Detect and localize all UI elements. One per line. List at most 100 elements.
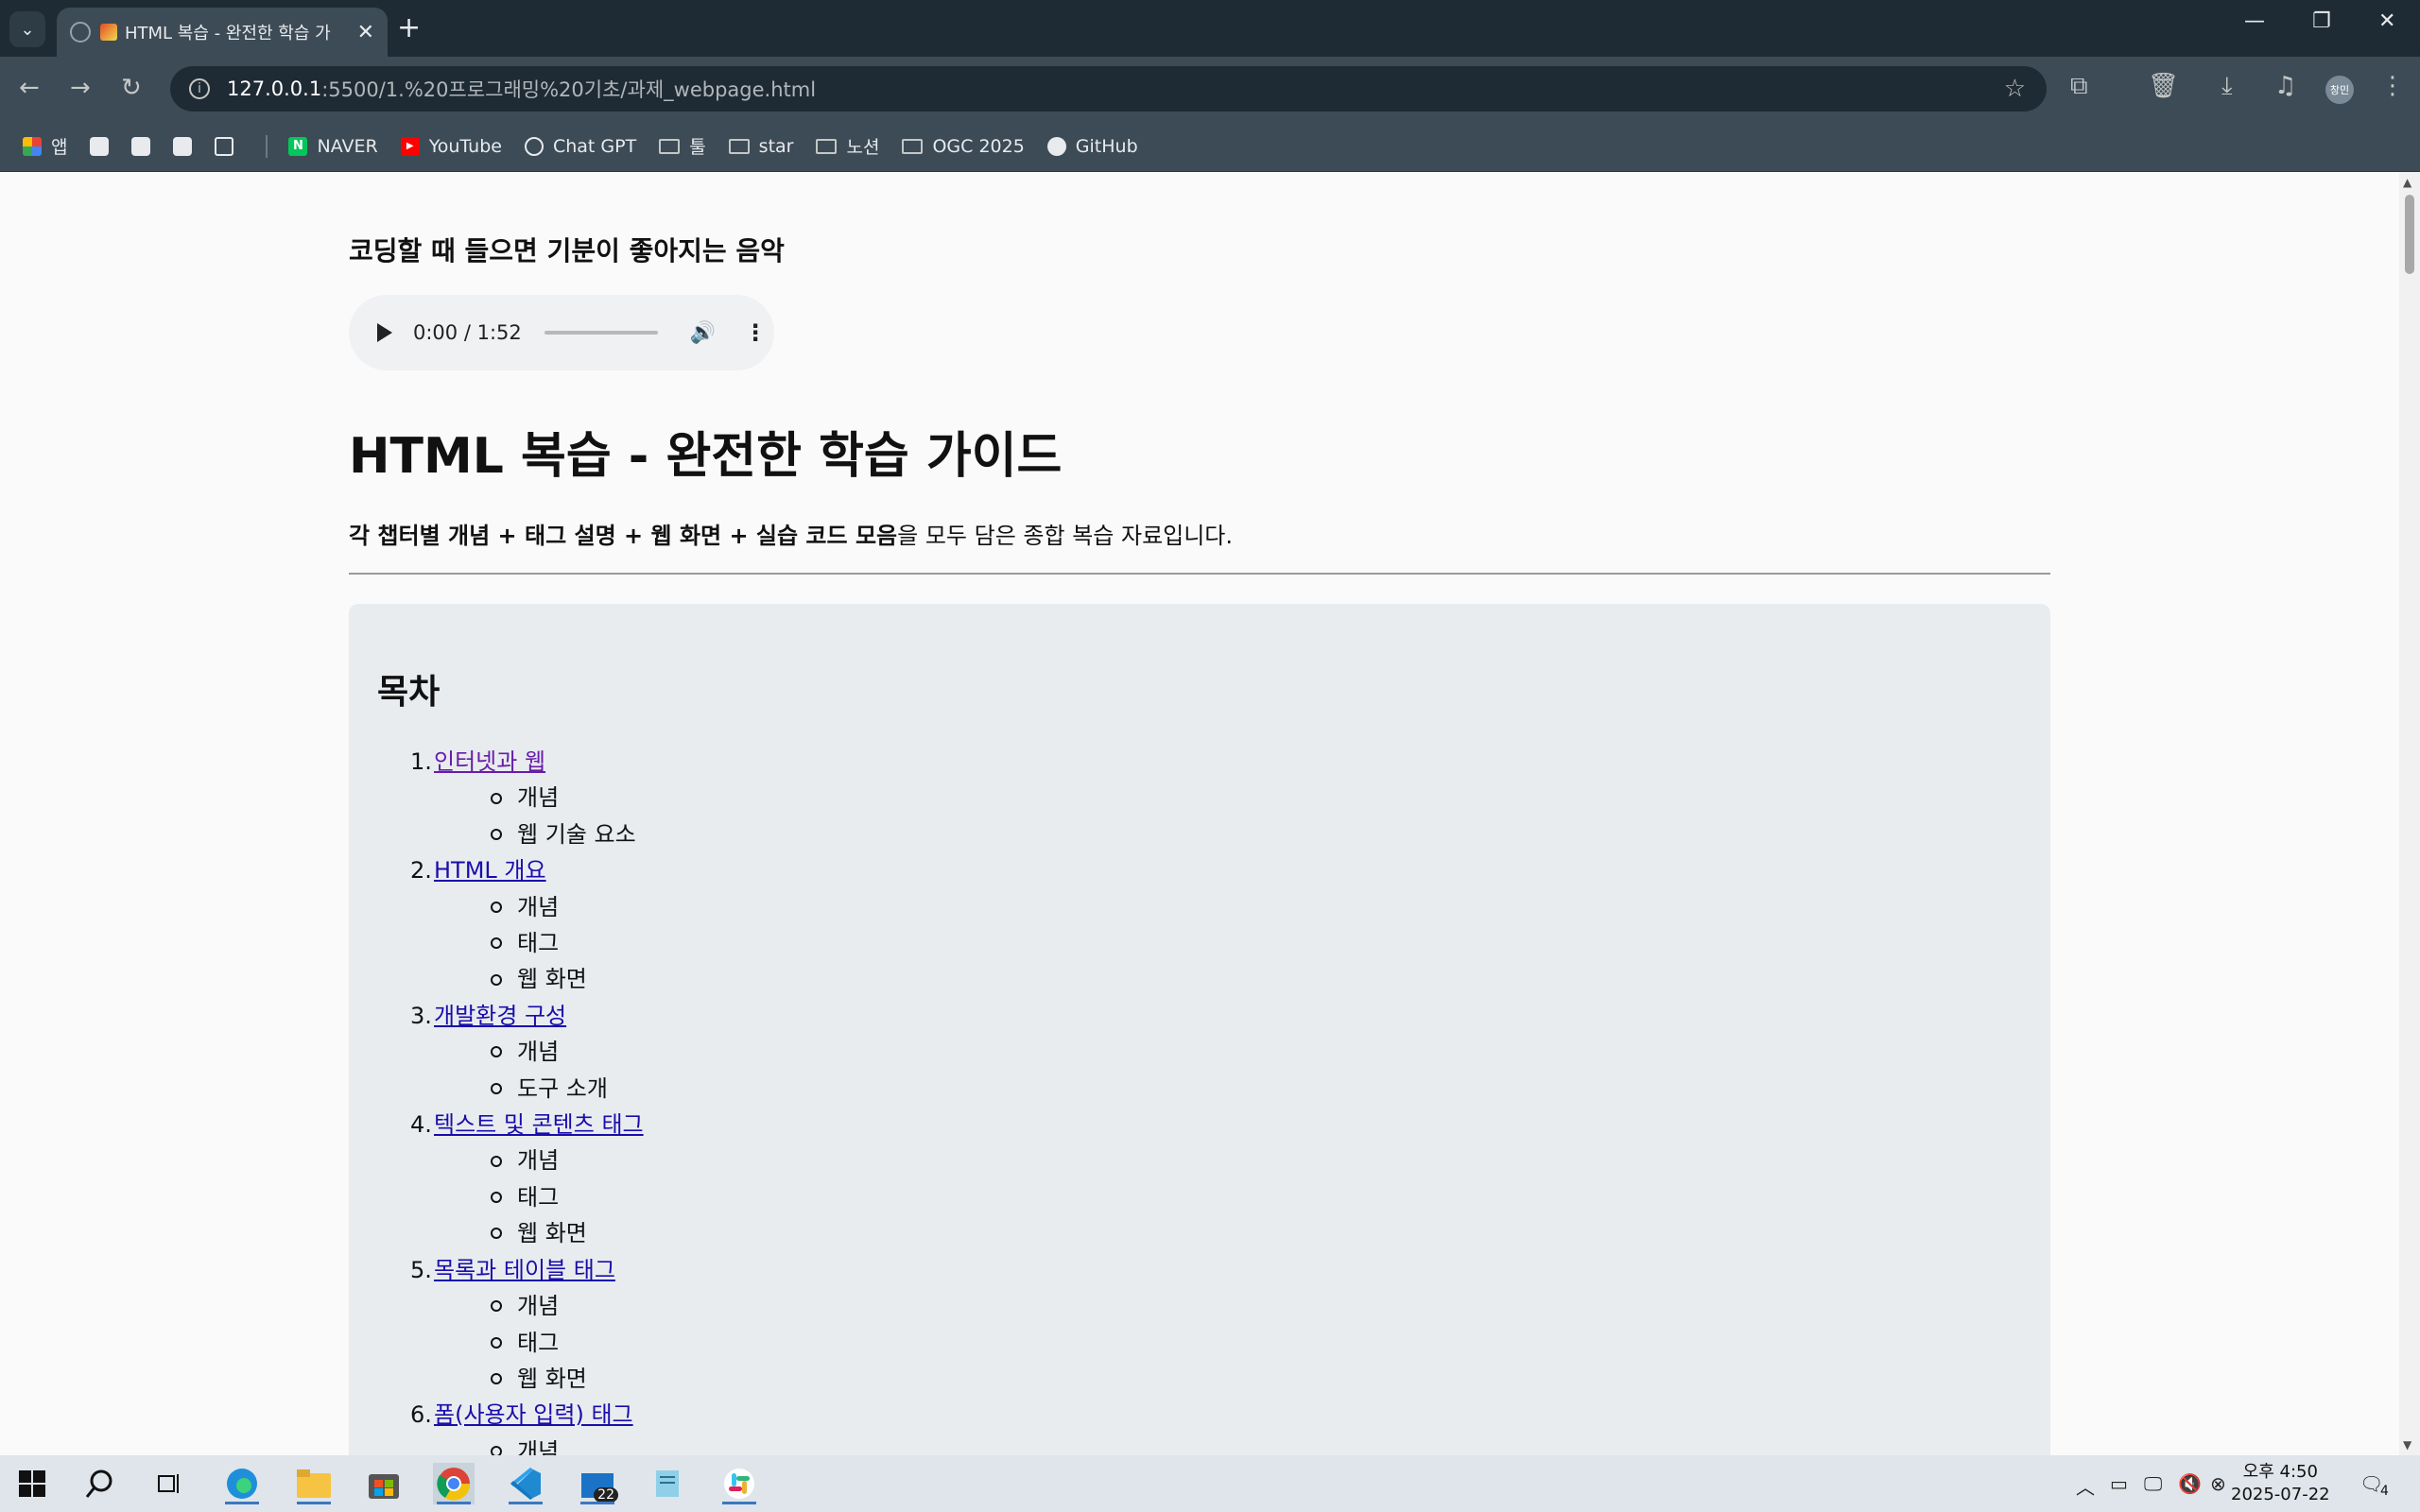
- close-tab-icon[interactable]: ✕: [357, 21, 374, 44]
- close-window-icon[interactable]: ✕: [2378, 9, 2395, 33]
- toc-item: 1. 인터넷과 웹: [410, 744, 644, 780]
- network-icon[interactable]: 🖵: [2144, 1472, 2162, 1495]
- battery-icon[interactable]: ▭: [2110, 1472, 2128, 1495]
- audio-progress-slider[interactable]: [544, 331, 658, 335]
- toc-number: 5.: [410, 1256, 432, 1283]
- toc-subitem: 웹 화면: [410, 1361, 644, 1397]
- page-viewport: 코딩할 때 들으면 기분이 좋아지는 음악 0:00 / 1:52 🔊 ⋮ HT…: [0, 172, 2399, 1455]
- slack-icon[interactable]: [718, 1463, 760, 1504]
- bullet-circle-icon: [491, 1445, 502, 1455]
- bookmark-apps[interactable]: 앱: [23, 133, 67, 159]
- scroll-thumb[interactable]: [2405, 195, 2414, 274]
- play-icon[interactable]: [377, 323, 392, 342]
- toc-subitem-label: 도구 소개: [517, 1074, 608, 1102]
- chrome-icon[interactable]: [433, 1463, 475, 1504]
- toc-subitem-label: 개념: [517, 1293, 560, 1320]
- toc-link[interactable]: 목록과 테이블 태그: [434, 1252, 615, 1288]
- clock-time: 오후 4:50: [2242, 1462, 2318, 1482]
- toc-item: 2. HTML 개요: [410, 852, 644, 888]
- new-tab-button[interactable]: +: [397, 11, 421, 45]
- restore-icon[interactable]: ❐: [2312, 9, 2331, 33]
- search-icon[interactable]: [79, 1463, 121, 1504]
- toc-subitem: 태그: [410, 1325, 644, 1361]
- bullet-circle-icon: [491, 1300, 502, 1313]
- address-bar[interactable]: i 127.0.0.1 :5500/1.%20프로그래밍%20기초/과제_web…: [170, 66, 2047, 112]
- active-tab[interactable]: HTML 복습 - 완전한 학습 가 ✕: [57, 8, 388, 57]
- bookmark-folder-star[interactable]: star: [728, 136, 793, 157]
- bookmark-blank-1[interactable]: [90, 136, 110, 156]
- clock[interactable]: 오후 4:50 2025-07-22: [2231, 1461, 2330, 1506]
- tab-title: HTML 복습 - 완전한 학습 가: [125, 24, 331, 43]
- start-button[interactable]: [11, 1463, 53, 1504]
- bookmark-naver[interactable]: N NAVER: [288, 136, 378, 157]
- bookmark-blank-3[interactable]: [173, 136, 193, 156]
- toc-link[interactable]: 텍스트 및 콘텐츠 태그: [434, 1107, 644, 1143]
- volume-icon[interactable]: 🔊: [690, 321, 716, 345]
- bookmark-folder-tools[interactable]: 툴: [659, 133, 706, 159]
- audio-time: 0:00 / 1:52: [413, 321, 522, 344]
- menu-icon[interactable]: ⋮: [2380, 72, 2405, 100]
- bullet-circle-icon: [491, 792, 502, 804]
- tab-search-button[interactable]: ⌄: [9, 11, 45, 47]
- toc-subitem-label: 태그: [517, 930, 560, 957]
- task-view-icon[interactable]: [149, 1463, 191, 1504]
- bookmark-label: 앱: [51, 137, 68, 158]
- extensions-icon[interactable]: ⧉: [2070, 72, 2088, 101]
- toc-subitem-label: 웹 화면: [517, 1365, 587, 1392]
- forward-icon[interactable]: →: [70, 74, 91, 102]
- toc-item: 6. 폼(사용자 입력) 태그: [410, 1397, 644, 1433]
- vscode-icon[interactable]: [505, 1463, 546, 1504]
- bookmark-star-icon[interactable]: ☆: [2004, 75, 2026, 103]
- audio-player[interactable]: 0:00 / 1:52 🔊 ⋮: [349, 295, 774, 370]
- toc-subitem: 태그: [410, 1179, 644, 1215]
- error-icon[interactable]: ⊗: [2210, 1472, 2226, 1495]
- site-info-icon[interactable]: i: [189, 78, 210, 99]
- toc-link[interactable]: 개발환경 구성: [434, 998, 566, 1034]
- bookmark-github[interactable]: GitHub: [1046, 136, 1138, 157]
- grid-icon: [215, 136, 234, 156]
- bookmark-grid[interactable]: [215, 136, 243, 156]
- music-title: 코딩할 때 들으면 기분이 좋아지는 음악: [349, 235, 785, 266]
- running-indicator: [297, 1502, 331, 1504]
- notepad-icon[interactable]: [647, 1463, 688, 1504]
- media-control-icon[interactable]: ♫: [2274, 72, 2296, 100]
- scroll-down-icon[interactable]: ▼: [2403, 1438, 2411, 1452]
- toc-title: 목차: [377, 673, 441, 712]
- minimize-icon[interactable]: —: [2244, 9, 2265, 33]
- toc-subitem-label: 웹 화면: [517, 966, 587, 993]
- intro-text: 각 챕터별 개념 + 태그 설명 + 웹 화면 + 실습 코드 모음을 모두 담…: [349, 517, 1233, 550]
- tray-overflow-icon[interactable]: ︿: [2076, 1472, 2095, 1500]
- toc-number: 6.: [410, 1401, 432, 1429]
- running-indicator: [580, 1502, 614, 1504]
- mail-icon[interactable]: 22: [577, 1463, 618, 1504]
- edge-icon[interactable]: [221, 1463, 263, 1504]
- bookmark-youtube[interactable]: ▶ YouTube: [400, 136, 502, 157]
- page-scrollbar[interactable]: ▲ ▼: [2399, 172, 2420, 1455]
- more-options-icon[interactable]: ⋮: [744, 319, 767, 346]
- trash-icon[interactable]: 🗑: [2148, 72, 2179, 100]
- bullet-circle-icon: [491, 973, 502, 986]
- toc-subitem: 개념: [410, 1288, 644, 1324]
- bookmark-folder-notion[interactable]: 노션: [816, 133, 879, 159]
- toc-item: 4. 텍스트 및 콘텐츠 태그: [410, 1107, 644, 1143]
- scroll-up-icon[interactable]: ▲: [2403, 176, 2411, 189]
- apps-grid-icon: [23, 136, 42, 156]
- volume-muted-icon[interactable]: 🔇: [2178, 1472, 2202, 1495]
- reload-icon[interactable]: ↻: [121, 74, 142, 102]
- toc-subitem: 개념: [410, 1434, 644, 1455]
- download-icon[interactable]: ⤓: [2221, 72, 2233, 101]
- toc-link[interactable]: HTML 개요: [434, 852, 546, 888]
- notification-count: 4: [2380, 1484, 2389, 1499]
- toc-link[interactable]: 폼(사용자 입력) 태그: [434, 1397, 633, 1433]
- profile-avatar[interactable]: 창민: [2325, 76, 2354, 104]
- bookmark-folder-ogc[interactable]: OGC 2025: [902, 136, 1025, 157]
- toc-subitem: 개념: [410, 780, 644, 816]
- toc-subitem-label: 개념: [517, 1437, 560, 1455]
- bookmark-chatgpt[interactable]: Chat GPT: [524, 136, 636, 157]
- toc-link[interactable]: 인터넷과 웹: [434, 744, 545, 780]
- file-explorer-icon[interactable]: [293, 1463, 335, 1504]
- page-favicon-icon: [100, 24, 117, 41]
- bookmark-blank-2[interactable]: [131, 136, 151, 156]
- back-icon[interactable]: ←: [19, 74, 40, 102]
- store-icon[interactable]: [363, 1463, 405, 1504]
